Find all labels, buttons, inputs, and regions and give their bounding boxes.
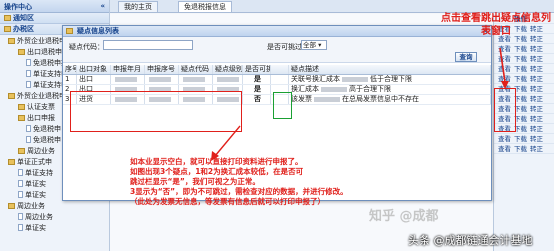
explanation-line: 3显示为“否”，即为不可跳过，需检查对应的数据，并进行修改。	[130, 187, 348, 196]
arrow-line	[499, 47, 506, 83]
note-arrow-line	[214, 125, 241, 157]
watermark-zhihu: 知乎 @成都	[369, 209, 439, 224]
explanation-line: （此处为发票无信息，等发票有信息后就可以打印申报了）	[130, 197, 325, 206]
arrow-head	[501, 81, 509, 89]
explanation-line: 如本业显示空白，就可以直接打印资料进行申报了。	[130, 157, 303, 166]
explanation-line: 如图出现3个疑点，1和2为换汇成本较低，在是否可	[130, 167, 304, 176]
watermark-toutiao: 头条 @成都链通会计基地	[408, 234, 533, 247]
annotation-explanation: 如本业显示空白，就可以直接打印资料进行申报了。 如图出现3个疑点，1和2为换汇成本…	[130, 157, 400, 207]
explanation-line: 跳过栏显示“是”，我们可视之为正常。	[130, 177, 260, 186]
annotation-click-view: 点击查看跳出疑点信息列表窗口	[441, 13, 551, 37]
